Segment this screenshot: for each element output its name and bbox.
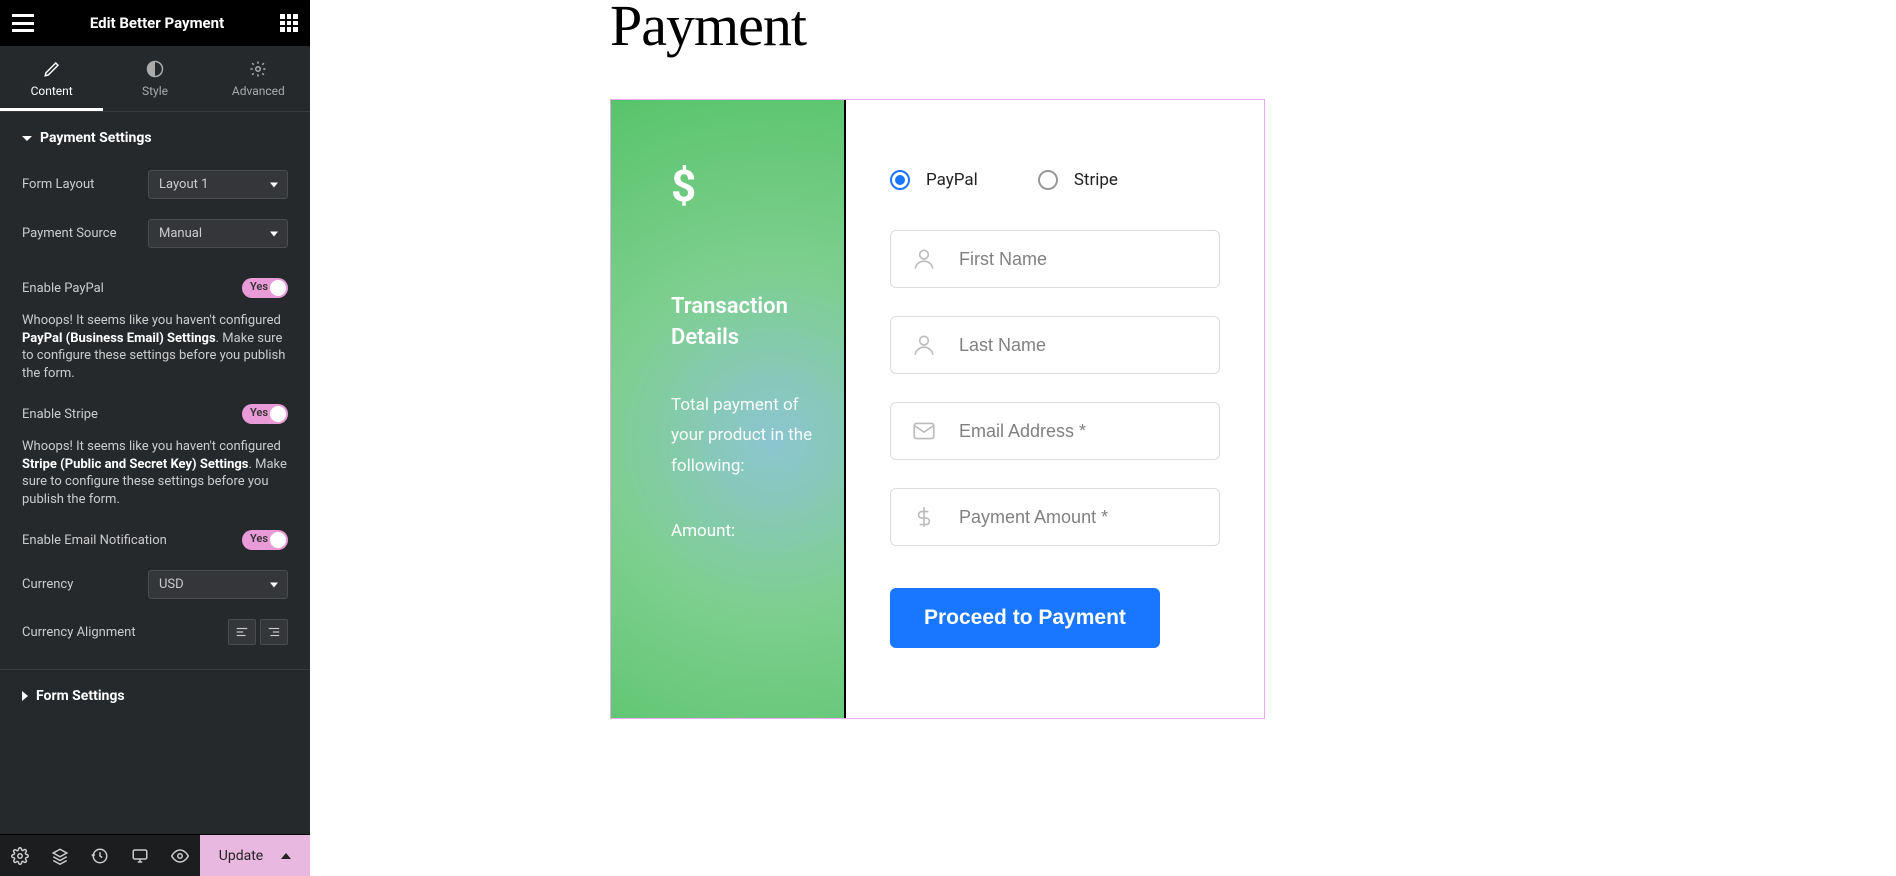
email-input[interactable] [959,421,1199,442]
currency-select[interactable]: USD [148,570,288,599]
tab-content-label: Content [31,84,73,98]
section-payment-settings[interactable]: Payment Settings [0,112,310,160]
tab-content[interactable]: Content [0,46,103,111]
preview-icon[interactable] [160,835,200,876]
form-layout-select[interactable]: Layout 1 [148,170,288,199]
tab-advanced-label: Advanced [232,84,285,98]
page-title: Payment [610,0,1896,59]
transaction-heading: Transaction Details [671,292,814,354]
responsive-icon[interactable] [120,835,160,876]
radio-checked-icon [890,170,910,190]
caret-down-icon [22,136,32,141]
menu-icon[interactable] [12,14,34,32]
paypal-radio[interactable]: PayPal [890,170,978,190]
enable-email-toggle[interactable]: Yes [242,530,288,550]
enable-paypal-toggle[interactable]: Yes [242,278,288,298]
enable-stripe-label: Enable Stripe [22,407,242,422]
stripe-radio-label: Stripe [1074,170,1118,190]
history-icon[interactable] [80,835,120,876]
paypal-warning: Whoops! It seems like you haven't config… [0,308,310,394]
enable-paypal-label: Enable PayPal [22,281,242,296]
tab-style-label: Style [142,84,168,98]
transaction-desc: Total payment of your product in the fol… [671,390,814,482]
update-button[interactable]: Update [200,835,310,876]
panel-title: Edit Better Payment [90,14,224,32]
dollar-icon [911,504,937,530]
toggle-text: Yes [250,532,268,545]
user-icon [911,332,937,358]
last-name-input[interactable] [959,335,1199,356]
form-layout-label: Form Layout [22,177,148,192]
apps-icon[interactable] [280,14,298,32]
amount-input[interactable] [959,507,1199,528]
first-name-input[interactable] [959,249,1199,270]
currency-alignment-label: Currency Alignment [22,625,228,640]
proceed-button[interactable]: Proceed to Payment [890,588,1160,648]
section-payment-settings-label: Payment Settings [40,130,152,146]
update-button-label: Update [219,848,263,864]
stripe-warning: Whoops! It seems like you haven't config… [0,434,310,520]
chevron-up-icon [281,853,291,859]
toggle-text: Yes [250,280,268,293]
amount-label: Amount: [671,521,814,541]
user-icon [911,246,937,272]
stripe-radio[interactable]: Stripe [1038,170,1118,190]
align-right-button[interactable] [260,619,288,645]
enable-email-label: Enable Email Notification [22,533,242,548]
radio-unchecked-icon [1038,170,1058,190]
tab-style[interactable]: Style [103,46,206,111]
payment-source-label: Payment Source [22,226,148,241]
currency-label: Currency [22,577,148,592]
tab-advanced[interactable]: Advanced [207,46,310,111]
section-form-settings[interactable]: Form Settings [0,670,310,718]
paypal-radio-label: PayPal [926,170,978,190]
payment-source-select[interactable]: Manual [148,219,288,248]
enable-stripe-toggle[interactable]: Yes [242,404,288,424]
align-left-button[interactable] [228,619,256,645]
toggle-text: Yes [250,406,268,419]
dollar-icon: $ [671,160,814,212]
settings-icon[interactable] [0,835,40,876]
mail-icon [911,418,937,444]
navigator-icon[interactable] [40,835,80,876]
caret-right-icon [22,691,28,701]
section-form-settings-label: Form Settings [36,688,125,704]
payment-widget[interactable]: $ Transaction Details Total payment of y… [610,99,1265,719]
